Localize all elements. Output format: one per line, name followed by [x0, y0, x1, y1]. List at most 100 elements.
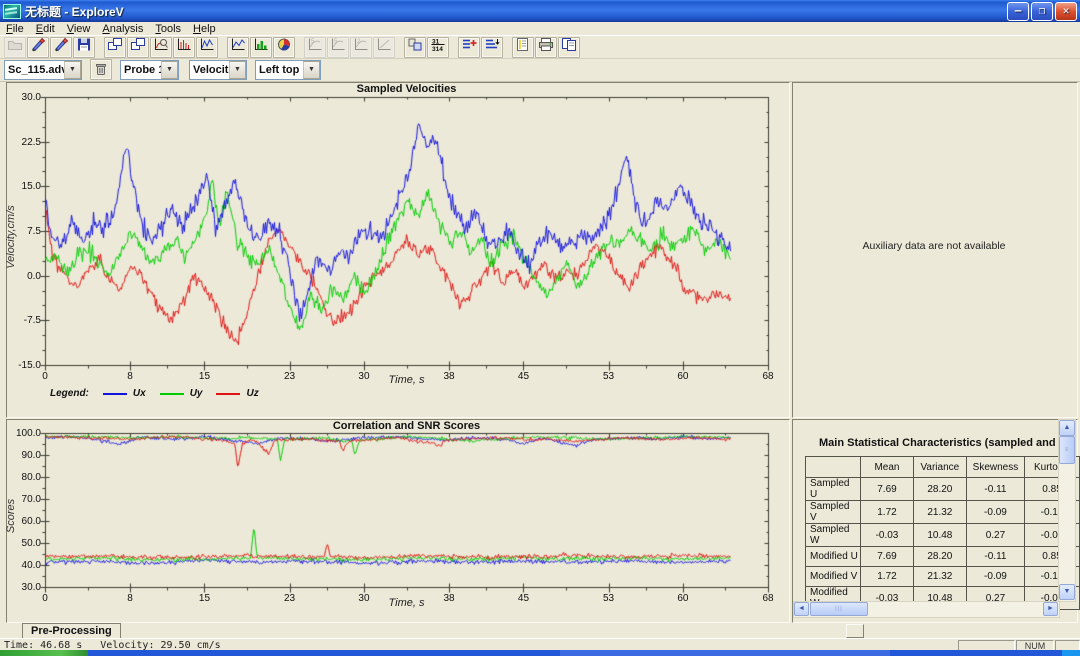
filter-3-button: 2 — [350, 37, 372, 58]
zoom-chart-button[interactable] — [150, 37, 172, 58]
legend-position-select[interactable]: Left top ▼ — [255, 60, 321, 80]
plot-bars-icon — [253, 37, 269, 57]
x-tick-label: 0 — [30, 371, 60, 382]
menu-bar: FileEditViewAnalysisToolsHelp — [0, 22, 1080, 36]
legend-swatch-uy — [160, 393, 184, 395]
probe-config-2-button[interactable] — [50, 37, 72, 58]
spectrum-chart-button[interactable] — [196, 37, 218, 58]
restore-button[interactable]: ❐ — [1031, 2, 1053, 21]
row-label: Modified U — [806, 547, 861, 567]
y-tick-label: 80.0 — [1, 472, 41, 483]
y-tick-label: 30.0 — [1, 92, 41, 103]
open-file-icon — [7, 37, 23, 57]
x-tick-label: 68 — [753, 371, 783, 382]
line-plot-button[interactable] — [227, 37, 249, 58]
copy-button[interactable] — [558, 37, 580, 58]
stats-vscroll-thumb[interactable]: ≡ — [1059, 436, 1075, 464]
splitter-handle[interactable] — [846, 624, 864, 638]
list-sort-button[interactable] — [481, 37, 503, 58]
clone-window-2-button[interactable] — [127, 37, 149, 58]
row-label: Modified V — [806, 567, 861, 587]
start-button[interactable] — [0, 650, 88, 656]
y-tick-label: 100.0 — [1, 428, 41, 439]
bar-plot-button[interactable] — [250, 37, 272, 58]
menu-file[interactable]: File — [0, 23, 30, 35]
chevron-down-icon[interactable]: ▼ — [229, 61, 246, 79]
scroll-down-icon[interactable]: ▼ — [1059, 584, 1075, 600]
pie-plot-button[interactable] — [273, 37, 295, 58]
menu-tools[interactable]: Tools — [149, 23, 187, 35]
view-select[interactable]: Velociti ▼ — [189, 60, 247, 80]
table-cell: 1.72 — [861, 567, 914, 587]
file-select[interactable]: Sc_115.adv ▼ — [4, 60, 82, 80]
title-bar: 无标题 - ExploreV – ❐ ✕ — [0, 0, 1080, 22]
table-row: Modified U7.6928.20-0.110.85 — [806, 547, 1080, 567]
y-tick-label: 30.0 — [1, 582, 41, 593]
legend-label: Legend: — [50, 388, 89, 399]
chevron-down-icon[interactable]: ▼ — [64, 61, 81, 79]
print-button[interactable] — [535, 37, 557, 58]
y-tick-label: 70.0 — [1, 494, 41, 505]
trash-icon — [95, 63, 107, 76]
print-preview-button[interactable] — [512, 37, 534, 58]
probe-select[interactable]: Probe 1 ▼ — [120, 60, 179, 80]
probe-select-value: Probe 1 — [121, 64, 161, 76]
list-sort-icon — [484, 37, 500, 57]
column-header: Mean — [861, 457, 914, 478]
legend-swatch-ux — [103, 393, 127, 395]
histogram-chart-button[interactable] — [173, 37, 195, 58]
filter-4-button — [373, 37, 395, 58]
chart-histogram-icon — [176, 37, 192, 57]
toolbar: 55231314 — [0, 36, 1080, 59]
save-button[interactable] — [73, 37, 95, 58]
filter-1-button: 5 — [304, 37, 326, 58]
numeric-icon: 31314 — [430, 37, 446, 57]
auxiliary-message: Auxiliary data are not available — [792, 240, 1076, 252]
x-tick-label: 23 — [275, 371, 305, 382]
toolbar-group: 552 — [304, 37, 400, 58]
transform-button[interactable] — [404, 37, 426, 58]
probe-config-button[interactable] — [27, 37, 49, 58]
list-options-button[interactable] — [458, 37, 480, 58]
menu-view[interactable]: View — [61, 23, 97, 35]
window-title: 无标题 - ExploreV — [25, 3, 124, 20]
probe-edit-icon — [30, 37, 46, 57]
pages-icon — [407, 37, 423, 57]
taskbar-window-button[interactable] — [560, 650, 890, 656]
svg-text:314: 314 — [432, 46, 443, 52]
menu-analysis[interactable]: Analysis — [96, 23, 149, 35]
delete-file-button[interactable] — [90, 59, 112, 80]
tab-strip: Pre-Processing — [0, 622, 1080, 638]
tab-pre-processing[interactable]: Pre-Processing — [22, 623, 121, 639]
menu-edit[interactable]: Edit — [30, 23, 61, 35]
scroll-right-icon[interactable]: ► — [1043, 602, 1058, 616]
chevron-down-icon[interactable]: ▼ — [303, 61, 320, 79]
scroll-left-icon[interactable]: ◄ — [794, 602, 809, 616]
table-row: Modified V1.7221.32-0.09-0.15 — [806, 567, 1080, 587]
menu-help[interactable]: Help — [187, 23, 222, 35]
x-tick-label: 30 — [349, 593, 379, 604]
decimal-format-button[interactable]: 31314 — [427, 37, 449, 58]
table-cell: 7.69 — [861, 478, 914, 501]
toolbar-group — [227, 37, 300, 58]
scores-chart-canvas — [37, 430, 771, 594]
minimize-button[interactable]: – — [1007, 2, 1029, 21]
table-cell: 28.20 — [913, 547, 966, 567]
chart-title: Sampled Velocities — [357, 83, 457, 95]
legend-swatch-uz — [216, 393, 240, 395]
chevron-down-icon[interactable]: ▼ — [161, 61, 178, 79]
table-cell: 10.48 — [913, 524, 966, 547]
file-select-value: Sc_115.adv — [5, 64, 64, 76]
close-button[interactable]: ✕ — [1055, 2, 1077, 21]
y-tick-label: 60.0 — [1, 516, 41, 527]
system-tray — [1062, 650, 1080, 656]
scroll-up-icon[interactable]: ▲ — [1059, 420, 1075, 436]
table-row: Sampled W-0.0310.480.27-0.05 — [806, 524, 1080, 547]
stats-hscroll-thumb[interactable]: ||| — [810, 602, 868, 616]
table-cell: 1.72 — [861, 501, 914, 524]
table-cell: -0.09 — [966, 501, 1024, 524]
y-tick-label: 15.0 — [1, 181, 41, 192]
y-tick-label: 40.0 — [1, 560, 41, 571]
save-icon — [76, 37, 92, 57]
clone-window-button[interactable] — [104, 37, 126, 58]
